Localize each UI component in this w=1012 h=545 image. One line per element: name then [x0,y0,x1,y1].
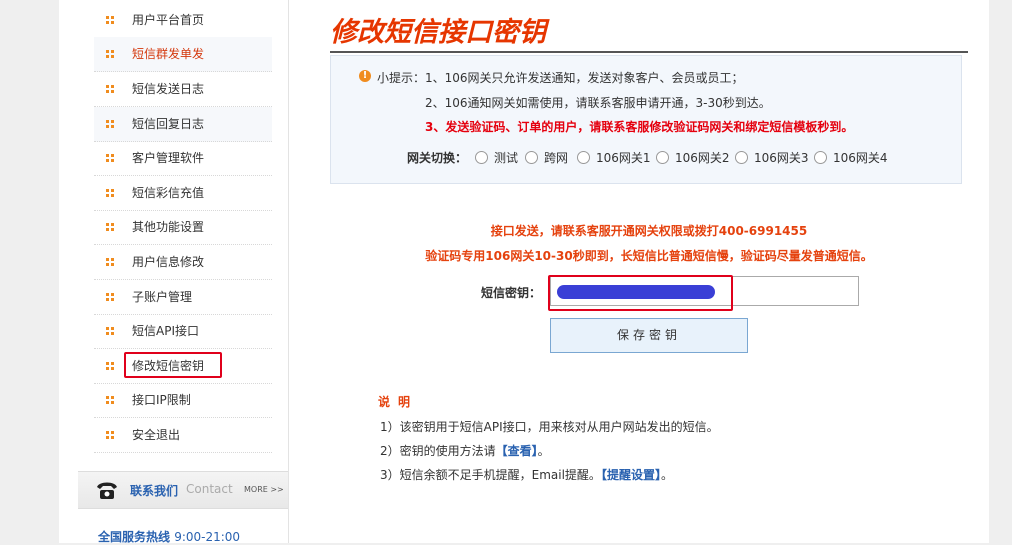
description-line-2: 2）密钥的使用方法请【查看】。 [380,442,550,459]
sidebar-item-label: 短信API接口 [132,324,199,338]
bullet-icon [106,120,114,128]
radio-circle[interactable] [814,151,827,164]
description-text: 2）密钥的使用方法请 [380,444,496,458]
radio-circle[interactable] [525,151,538,164]
hotline-label: 全国服务热线 [98,530,171,544]
sidebar-item-label: 用户平台首页 [132,13,205,27]
reminder-settings-link[interactable]: 【提醒设置】 [601,468,661,482]
sidebar-item-ip-limit[interactable]: 接口IP限制 [94,383,272,418]
sidebar-item-label: 短信回复日志 [132,117,205,131]
radio-circle[interactable] [735,151,748,164]
notice-line-2: 验证码专用106网关10-30秒即到，长短信比普通短信慢，验证码尽量发普通短信。 [425,249,873,263]
radio-label: 跨网 [544,151,569,165]
sidebar-item-reply-log[interactable]: 短信回复日志 [94,107,272,142]
sidebar-item-label: 用户信息修改 [132,255,205,269]
description-text: 3）短信余额不足手机提醒，Email提醒。 [380,468,601,482]
sidebar-item-logout[interactable]: 安全退出 [94,418,272,453]
bullet-icon [106,431,114,439]
radio-label: 106网关4 [833,151,888,165]
radio-circle[interactable] [577,151,590,164]
description-line-3: 3）短信余额不足手机提醒，Email提醒。【提醒设置】。 [380,466,673,483]
sidebar-item-recharge[interactable]: 短信彩信充值 [94,176,272,211]
sidebar-item-customer-software[interactable]: 客户管理软件 [94,141,272,176]
gateway-label: 网关切换： [407,151,468,165]
phone-icon [97,482,117,499]
radio-label: 106网关2 [675,151,730,165]
bullet-icon [106,258,114,266]
sidebar-item-label: 其他功能设置 [132,220,205,234]
sidebar-item-label: 接口IP限制 [132,393,191,407]
gateway-radio-106-3[interactable]: 106网关3 [735,149,809,165]
page-title: 修改短信接口密钥 [330,17,546,48]
view-link[interactable]: 【查看】 [496,444,538,458]
bullet-icon [106,189,114,197]
description-line-1: 1）该密钥用于短信API接口，用来核对从用户网站发出的短信。 [380,420,719,434]
radio-label: 106网关1 [596,151,651,165]
save-key-button[interactable]: 保存密钥 [550,318,748,353]
sidebar-item-home[interactable]: 用户平台首页 [94,3,272,38]
tip-line-3: 3、发送验证码、订单的用户，请联系客服修改验证码网关和绑定短信模板秒到。 [425,120,854,134]
bullet-icon [106,327,114,335]
title-divider [330,51,968,53]
contact-subtitle: Contact [186,482,233,496]
bullet-icon [106,50,114,58]
description-text: 。 [537,444,550,458]
bullet-icon [106,293,114,301]
sidebar-item-sms-api[interactable]: 短信API接口 [94,314,272,349]
sidebar-item-other-settings[interactable]: 其他功能设置 [94,210,272,245]
gateway-radio-crossnet[interactable]: 跨网 [525,149,569,165]
radio-circle[interactable] [656,151,669,164]
contact-bar: 联系我们 Contact MORE >> [78,471,288,509]
tip-line-2: 2、106通知网关如需使用，请联系客服申请开通，3-30秒到达。 [425,96,771,110]
sidebar-item-send-log[interactable]: 短信发送日志 [94,72,272,107]
gateway-radio-106-1[interactable]: 106网关1 [577,149,651,165]
tips-panel: ! 小提示：1、106网关只允许发送通知，发送对象客户、会员或员工； 2、106… [330,55,962,184]
service-hotline: 全国服务热线 9:00-21:00 [98,528,240,545]
sidebar-item-label: 安全退出 [132,428,181,442]
tip-line-1: 小提示：1、106网关只允许发送通知，发送对象客户、会员或员工； [377,71,744,85]
bullet-icon [106,85,114,93]
sidebar-item-sub-accounts[interactable]: 子账户管理 [94,280,272,315]
sidebar-item-bulk-sms[interactable]: 短信群发单发 [94,37,272,72]
contact-title: 联系我们 [130,484,179,498]
radio-label: 106网关3 [754,151,809,165]
sidebar-highlight-box [124,352,222,378]
gateway-radio-106-2[interactable]: 106网关2 [656,149,730,165]
sidebar-item-label: 短信彩信充值 [132,186,205,200]
bullet-icon [106,154,114,162]
warning-icon: ! [359,70,371,82]
description-text: 。 [660,468,673,482]
radio-label: 测试 [494,151,519,165]
bullet-icon [106,16,114,24]
key-highlight-box [548,275,733,311]
more-link[interactable]: MORE >> [244,485,284,494]
sidebar: 用户平台首页 短信群发单发 短信发送日志 短信回复日志 客户管理软件 短信彩信充… [76,0,289,543]
notice-line-1: 接口发送，请联系客服开通网关权限或拨打400-6991455 [490,224,808,238]
hotline-hours: 9:00-21:00 [174,530,241,544]
gateway-radio-test[interactable]: 测试 [475,149,519,165]
description-title: 说明 [378,395,419,409]
sidebar-item-label: 子账户管理 [132,290,193,304]
key-label: 短信密钥： [481,286,542,300]
sidebar-item-label: 短信发送日志 [132,82,205,96]
sidebar-item-label: 短信群发单发 [132,47,205,61]
bullet-icon [106,396,114,404]
radio-circle[interactable] [475,151,488,164]
bullet-icon [106,362,114,370]
gateway-radio-106-4[interactable]: 106网关4 [814,149,888,165]
sidebar-item-label: 客户管理软件 [132,151,205,165]
bullet-icon [106,223,114,231]
sidebar-item-user-info[interactable]: 用户信息修改 [94,245,272,280]
